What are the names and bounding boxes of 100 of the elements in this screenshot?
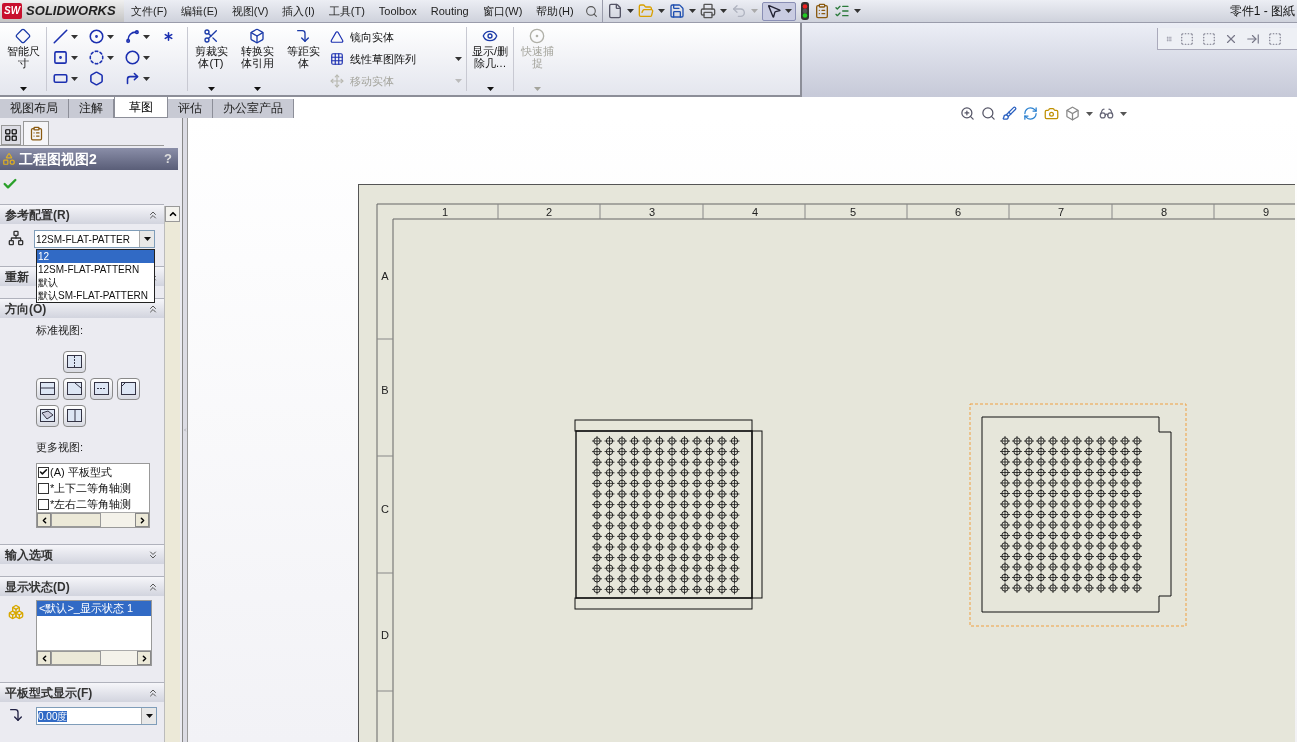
circle-icon[interactable] (89, 29, 104, 44)
eye-icon (482, 28, 498, 44)
zoom-in-icon[interactable] (960, 106, 975, 121)
checkbox[interactable] (38, 498, 49, 510)
menu-item[interactable]: 帮助(H) (529, 2, 581, 20)
menu-item[interactable]: 视图(V) (224, 2, 276, 20)
section-header[interactable]: 输入选项 (0, 544, 164, 564)
dropdown-option[interactable]: 12SM-FLAT-PATTERN (37, 263, 154, 276)
print-icon[interactable] (699, 3, 716, 19)
ribbon-tool[interactable]: 显示/删除几… (467, 23, 513, 95)
view-button[interactable] (36, 377, 59, 400)
polygon-icon[interactable] (89, 71, 104, 86)
rectangle-icon[interactable] (53, 50, 68, 65)
rotate-icon[interactable] (1023, 106, 1038, 121)
ribbon-tool[interactable]: 镜向实体 (330, 28, 462, 46)
section-header[interactable]: 参考配置(R) (0, 204, 164, 224)
ribbon-tool[interactable]: 线性草图阵列 (330, 50, 462, 68)
view-icon (121, 382, 136, 395)
brush-icon[interactable] (1002, 106, 1017, 121)
ribbon-tool[interactable]: 等距实体 (280, 23, 326, 95)
flat-pattern-view-drawing[interactable] (981, 416, 1172, 613)
ungroup-icon[interactable] (1202, 31, 1216, 46)
checkbox[interactable] (38, 466, 49, 478)
zone-label: C (381, 503, 389, 515)
dot-grid-icon (330, 52, 344, 66)
view-option[interactable]: (A) 平板型式 (50, 463, 112, 481)
fillet-icon[interactable] (125, 71, 140, 86)
tab[interactable]: 评估 (168, 99, 213, 118)
caret-icon (1120, 111, 1127, 116)
caret-icon (688, 9, 696, 13)
ellipse-icon[interactable] (125, 50, 140, 65)
horizontal-scrollbar[interactable] (37, 650, 151, 665)
ribbon-tool[interactable]: 剪裁实体(T) (188, 23, 234, 95)
view-button[interactable] (36, 404, 59, 427)
options-icon[interactable] (813, 3, 830, 19)
caret-icon (107, 55, 114, 60)
move-icon (330, 74, 344, 88)
caret-icon (784, 9, 792, 13)
view-option[interactable]: *左右二等角轴测 (50, 495, 132, 513)
zone-label: 1 (441, 206, 449, 218)
arc-icon[interactable] (89, 50, 104, 65)
slot-icon[interactable] (53, 71, 68, 86)
panel-tab[interactable] (23, 121, 49, 145)
menu-item[interactable]: Routing (423, 2, 476, 20)
section-header[interactable]: 平板型式显示(F) (0, 682, 164, 702)
ribbon-tool[interactable]: 智能尺寸 (0, 23, 46, 95)
view-icon (94, 382, 109, 395)
spline-icon[interactable] (125, 29, 140, 44)
glasses-icon[interactable] (1099, 106, 1114, 121)
tab[interactable]: 草图 (114, 97, 168, 118)
window-title: 零件1 - 图紙 (1229, 3, 1296, 20)
angle-dropdown[interactable]: 0.00度 (36, 707, 157, 725)
caret-icon (719, 9, 727, 13)
list-item[interactable]: <默认>_显示状态 1 (37, 601, 151, 616)
checkbox[interactable] (38, 482, 49, 494)
view-button[interactable] (117, 377, 140, 400)
panel-tab[interactable] (1, 125, 21, 145)
display-state-icon (8, 604, 24, 620)
save-icon[interactable] (668, 3, 685, 19)
zone-label: 9 (1262, 206, 1270, 218)
group-icon[interactable] (1180, 31, 1194, 46)
shapes-icon (2, 152, 16, 166)
line-icon[interactable] (53, 29, 68, 44)
menu-item[interactable]: 插入(I) (275, 2, 322, 20)
horizontal-scrollbar[interactable] (37, 512, 149, 527)
frame-icon[interactable] (1268, 31, 1282, 46)
view-button[interactable] (63, 350, 86, 373)
menu-item[interactable]: 文件(F) (124, 2, 175, 20)
target-icon (529, 28, 545, 44)
zoom-fit-icon[interactable] (981, 106, 996, 121)
standard-views-label: 标准视图: (36, 323, 85, 338)
view-button[interactable] (63, 404, 86, 427)
dropdown-option[interactable]: 12 (37, 250, 154, 263)
menu-item[interactable]: Toolbox (371, 2, 424, 20)
scroll-up-icon[interactable] (167, 209, 178, 219)
select-button[interactable] (761, 1, 796, 21)
new-file-icon[interactable] (606, 3, 623, 19)
tab[interactable]: 视图布局 (0, 99, 69, 118)
caret-icon (143, 34, 150, 39)
configuration-dropdown[interactable]: 12SM-FLAT-PATTER (34, 230, 155, 248)
traffic-light-icon[interactable] (799, 2, 810, 20)
logo-badge: SW (2, 3, 23, 19)
vertical-scrollbar[interactable] (164, 206, 180, 742)
checklist-icon[interactable] (833, 3, 850, 19)
section-header[interactable]: 显示状态(D) (0, 576, 164, 596)
camera-icon[interactable] (1044, 106, 1059, 121)
view-button[interactable] (90, 377, 113, 400)
view-button[interactable] (63, 377, 86, 400)
menu-item[interactable]: 窗口(W) (475, 2, 530, 20)
menu-item[interactable]: 编辑(E) (174, 2, 225, 20)
ribbon-tool[interactable]: 转换实体引用 (234, 23, 280, 95)
tab[interactable]: 注解 (69, 99, 114, 118)
dropdown-option[interactable]: 默认 (37, 276, 154, 289)
cube-icon[interactable] (1065, 106, 1080, 121)
flat-pattern-view-drawing[interactable] (574, 419, 763, 610)
menu-item[interactable]: 工具(T) (321, 2, 372, 20)
tab[interactable]: 办公室产品 (213, 99, 294, 118)
view-option[interactable]: *上下二等角轴测 (50, 479, 132, 497)
expand-icon[interactable] (147, 548, 159, 561)
align-icon[interactable] (1246, 31, 1260, 46)
